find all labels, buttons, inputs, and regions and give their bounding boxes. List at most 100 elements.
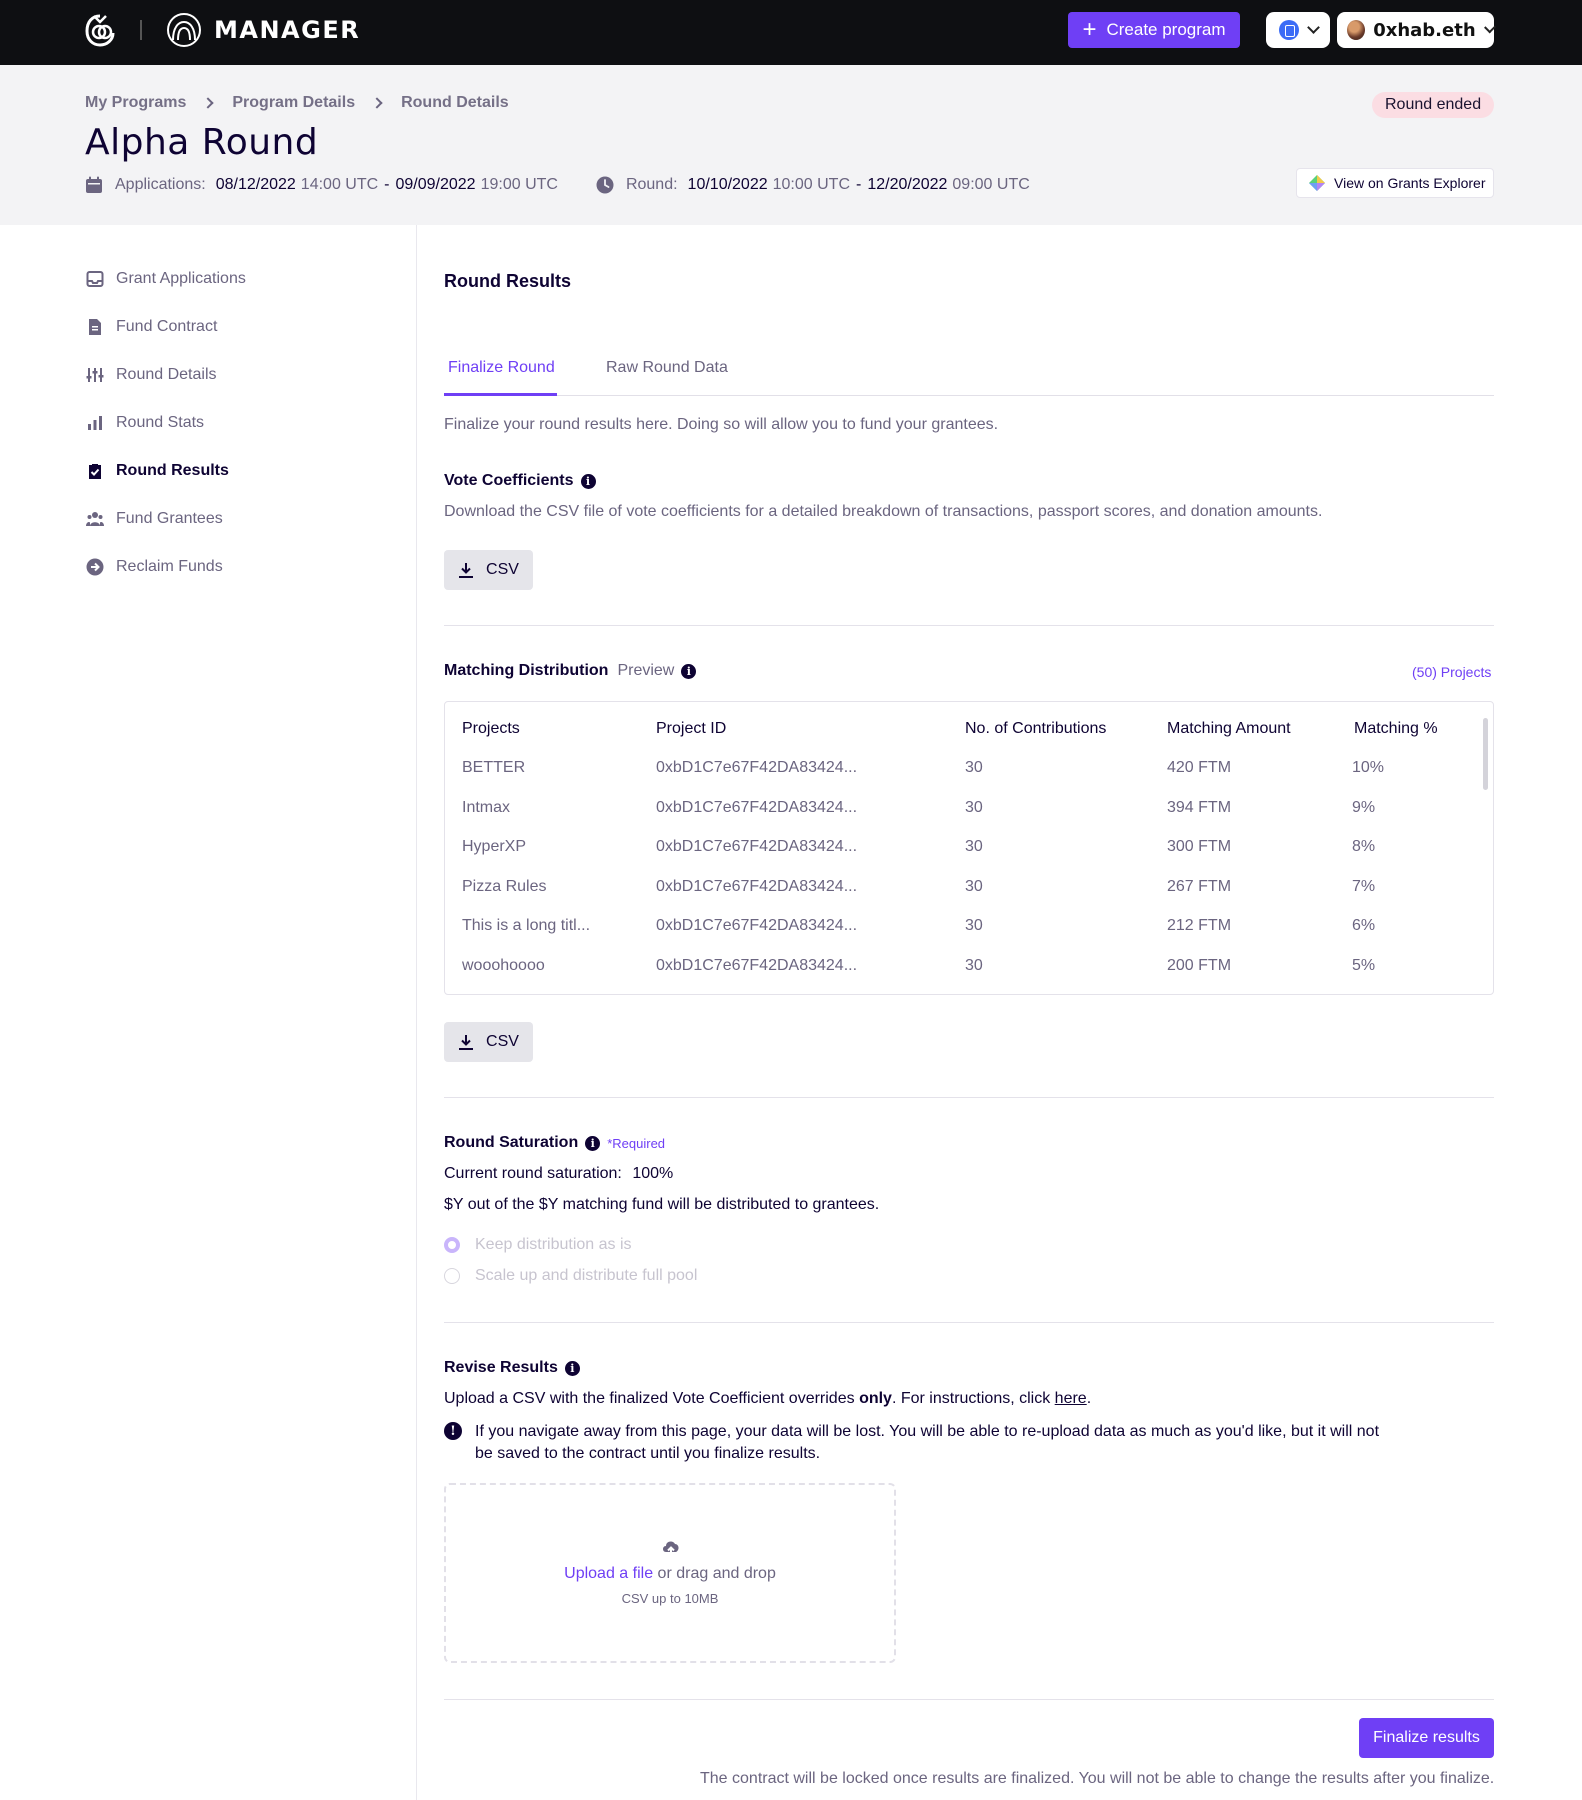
cell-matching-pct: 6% [1352, 917, 1376, 934]
revise-results-title: Revise Results [444, 1359, 558, 1376]
cell-project: Pizza Rules [462, 878, 547, 895]
sidebar-item-label: Grant Applications [116, 270, 246, 287]
cell-project-id: 0xbD1C7e67F42DA83424... [656, 838, 858, 855]
sidebar-item-label: Round Details [116, 366, 217, 383]
cell-matching-amount: 200 FTM [1167, 957, 1232, 974]
vote-coefficients-csv-button[interactable]: CSV [444, 550, 533, 590]
cell-matching-pct: 10% [1352, 759, 1385, 776]
revise-desc-only: only [859, 1390, 892, 1407]
sidebar-item-label: Fund Grantees [116, 510, 223, 527]
cell-matching-pct: 7% [1352, 878, 1376, 895]
table-scrollbar[interactable] [1483, 718, 1488, 790]
cloud-upload-icon [663, 1541, 679, 1557]
sidebar-item-fund-contract[interactable]: Fund Contract [86, 318, 217, 336]
cell-matching-amount: 267 FTM [1167, 878, 1232, 895]
sidebar-item-grant-applications[interactable]: Grant Applications [86, 270, 246, 288]
view-on-explorer-label: View on Grants Explorer [1334, 175, 1486, 191]
col-header-project-id: Project ID [656, 720, 727, 737]
inbox-icon [86, 271, 104, 287]
account-button[interactable]: 0xhab.eth [1337, 12, 1496, 48]
cell-contributions: 30 [965, 917, 983, 934]
cell-contributions: 30 [965, 799, 983, 816]
col-header-contributions: No. of Contributions [965, 720, 1107, 737]
cell-project: Intmax [462, 799, 511, 816]
projects-count-link[interactable]: (50) Projects [1412, 664, 1491, 680]
chevron-right-icon [371, 97, 383, 109]
finalize-results-button[interactable]: Finalize results [1359, 1718, 1494, 1758]
round-end-time: 09:00 UTC [952, 176, 1030, 193]
app-end-time: 19:00 UTC [480, 176, 558, 193]
upload-file-link[interactable]: Upload a file [564, 1565, 653, 1582]
vote-coefficients-title: Vote Coefficients [444, 472, 574, 489]
cell-contributions: 30 [965, 759, 983, 776]
cell-matching-pct: 5% [1352, 957, 1376, 974]
info-icon[interactable]: i [681, 663, 697, 679]
cell-contributions: 30 [965, 878, 983, 895]
round-label: Round: [625, 176, 678, 193]
gitcoin-logo-icon[interactable] [84, 12, 116, 48]
sidebar-item-label: Round Results [116, 462, 229, 479]
sidebar-item-reclaim-funds[interactable]: Reclaim Funds [86, 558, 223, 576]
cell-contributions: 30 [965, 957, 983, 974]
chevron-right-icon [202, 97, 215, 109]
cell-matching-amount: 300 FTM [1167, 838, 1232, 855]
col-header-matching-pct: Matching % [1354, 720, 1438, 737]
matching-distribution-title: Matching Distribution [444, 662, 609, 679]
view-on-explorer-button[interactable]: View on Grants Explorer [1296, 168, 1494, 198]
upload-text: Upload a file or drag and drop [446, 1565, 894, 1583]
app-end-date: 09/09/2022 [395, 176, 476, 193]
logo-divider [140, 20, 142, 40]
required-label: *Required [607, 1135, 666, 1151]
sidebar-item-round-details[interactable]: Round Details [86, 366, 217, 384]
manager-logo-icon [167, 13, 201, 47]
matching-preview-label: Preview [617, 662, 675, 679]
tab-finalize-round[interactable]: Finalize Round [448, 359, 555, 377]
divider [444, 1699, 1494, 1700]
cell-contributions: 30 [965, 838, 983, 855]
revise-desc-period: . [1086, 1390, 1092, 1407]
sidebar-item-fund-grantees[interactable]: Fund Grantees [86, 510, 223, 528]
arrow-circle-icon [86, 558, 104, 576]
upload-rest: or drag and drop [657, 1565, 776, 1582]
document-icon [89, 319, 101, 335]
sliders-icon [86, 368, 104, 382]
top-nav: MANAGER + Create program 0xhab.eth [0, 0, 1582, 65]
info-icon[interactable]: i [585, 1135, 601, 1151]
round-end-date: 12/20/2022 [867, 176, 948, 193]
page-title: Alpha Round [85, 122, 319, 163]
sidebar-item-round-results[interactable]: Round Results [86, 462, 229, 480]
finalize-note: The contract will be locked once results… [700, 1770, 1495, 1787]
file-dropzone[interactable]: Upload a file or drag and drop CSV up to… [444, 1483, 896, 1663]
vote-coefficients-desc: Download the CSV file of vote coefficien… [444, 503, 1323, 520]
active-tab-indicator [444, 393, 557, 396]
matching-distribution-csv-button[interactable]: CSV [444, 1022, 533, 1062]
vote-coefficients-heading: Vote Coefficients i [444, 472, 596, 490]
create-program-button[interactable]: + Create program [1068, 12, 1240, 48]
breadcrumb-my-programs[interactable]: My Programs [85, 94, 186, 112]
sidebar-item-round-stats[interactable]: Round Stats [86, 414, 204, 432]
radio-keep-distribution[interactable] [444, 1237, 460, 1253]
saturation-desc: $Y out of the $Y matching fund will be d… [444, 1196, 880, 1213]
cell-matching-amount: 420 FTM [1167, 759, 1232, 776]
network-icon [1278, 20, 1299, 40]
status-badge: Round ended [1372, 92, 1495, 118]
app-start-time: 14:00 UTC [300, 176, 379, 193]
tab-raw-round-data[interactable]: Raw Round Data [606, 359, 728, 377]
cell-project-id: 0xbD1C7e67F42DA83424... [656, 878, 858, 895]
info-icon[interactable]: i [580, 473, 596, 489]
revise-desc-part-1: Upload a CSV with the finalized Vote Coe… [444, 1390, 855, 1407]
breadcrumb-program-details[interactable]: Program Details [232, 94, 355, 112]
app-start-date: 08/12/2022 [215, 176, 296, 193]
breadcrumb-round-details[interactable]: Round Details [401, 94, 509, 112]
radio-keep-label: Keep distribution as is [475, 1236, 632, 1253]
instructions-link[interactable]: here [1055, 1390, 1087, 1407]
radio-scale-up[interactable] [444, 1268, 460, 1284]
info-icon[interactable]: i [564, 1360, 580, 1376]
network-selector[interactable] [1266, 12, 1330, 48]
cell-project: wooohoooo [462, 957, 545, 974]
divider [444, 1322, 1494, 1323]
col-header-projects: Projects [462, 720, 520, 737]
round-saturation-heading: Round Saturation i *Required [444, 1134, 665, 1152]
warning-line-1: If you navigate away from this page, you… [475, 1423, 1380, 1440]
sidebar-item-label: Reclaim Funds [116, 558, 223, 575]
